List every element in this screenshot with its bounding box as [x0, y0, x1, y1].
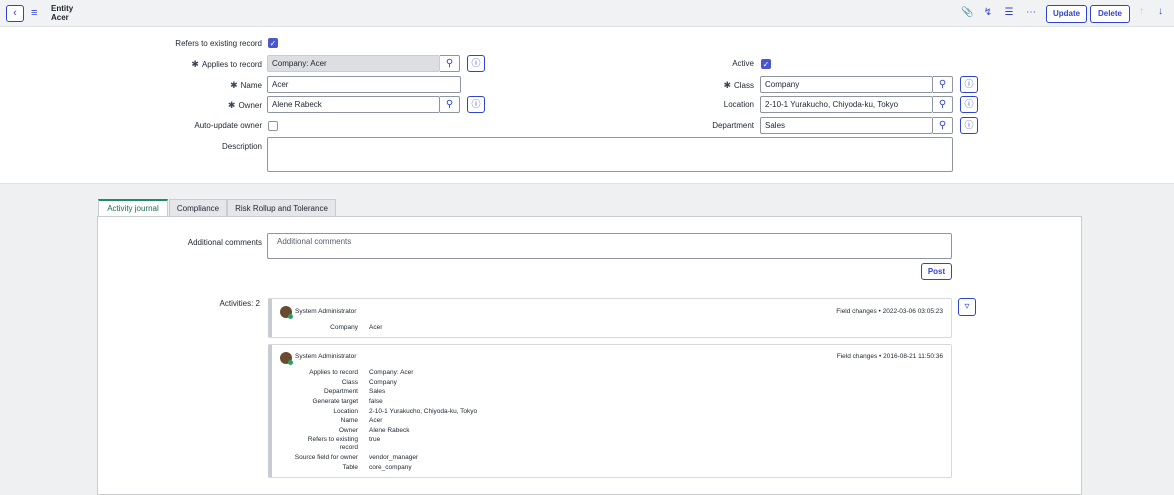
activity-icon[interactable]: ↯ [982, 7, 994, 19]
field-value: 2-10-1 Yurakucho, Chiyoda-ku, Tokyo [369, 408, 478, 415]
arrow-down-icon[interactable]: ↓ [1158, 6, 1163, 18]
active-checkbox[interactable]: ✓ [761, 59, 771, 69]
auto-update-checkbox[interactable] [268, 121, 278, 131]
owner-label: ✱ Owner [227, 100, 262, 110]
field-value: Sales [369, 388, 386, 395]
owner-field[interactable]: Alene Rabeck [267, 96, 440, 113]
refers-checkbox[interactable]: ✓ [268, 38, 278, 48]
paperclip-icon[interactable]: 📎 [961, 7, 973, 19]
activity-user: System Administrator [295, 308, 357, 315]
delete-button[interactable]: Delete [1090, 5, 1130, 23]
field-value: vendor_manager [369, 454, 419, 461]
filter-icon[interactable]: ▿ [958, 298, 976, 316]
avatar [280, 352, 293, 365]
applies-info-icon[interactable]: ⓘ [467, 55, 485, 72]
field-name: Department [324, 388, 358, 395]
record-name: Acer [51, 13, 69, 22]
more-icon[interactable]: ⋯ [1025, 7, 1037, 19]
description-label: Description [221, 142, 262, 151]
settings-sliders-icon[interactable]: ☰ [1003, 7, 1015, 19]
menu-icon[interactable]: ≡ [31, 7, 42, 19]
class-search-icon[interactable]: ⚲ [933, 76, 953, 93]
required-icon: ✱ [230, 80, 238, 90]
location-field[interactable]: 2-10-1 Yurakucho, Chiyoda-ku, Tokyo [760, 96, 933, 113]
field-value: false [369, 398, 383, 405]
field-name: Generate target [312, 398, 358, 405]
required-icon: ✱ [723, 80, 731, 90]
refers-label: Refers to existing record [175, 39, 262, 48]
field-name: Name [340, 417, 358, 424]
department-field[interactable]: Sales [760, 117, 933, 134]
location-label: Location [723, 100, 754, 109]
tab-compliance[interactable]: Compliance [169, 199, 227, 217]
field-value: Company [369, 379, 397, 386]
required-icon: ✱ [227, 100, 236, 110]
auto-update-label: Auto-update owner [194, 121, 262, 130]
class-info-icon[interactable]: ⓘ [960, 76, 978, 93]
activity-meta: Field changes • 2022-03-06 03:05:23 [836, 308, 943, 315]
department-label: Department [712, 121, 754, 130]
department-search-icon[interactable]: ⚲ [933, 117, 953, 134]
field-name: Company [330, 324, 358, 331]
field-name: record [339, 444, 358, 451]
required-icon: ✱ [191, 59, 199, 69]
active-label: Active [732, 59, 754, 68]
applies-search-icon[interactable]: ⚲ [440, 55, 460, 72]
page-title: Entity [51, 4, 74, 13]
field-name: Source field for owner [294, 454, 358, 461]
class-field[interactable]: Company [760, 76, 933, 93]
owner-info-icon[interactable]: ⓘ [467, 96, 485, 113]
arrow-up-icon[interactable]: ↑ [1139, 6, 1144, 18]
tab-activity-journal[interactable]: Activity journal [98, 199, 168, 217]
location-info-icon[interactable]: ⓘ [960, 96, 978, 113]
activity-entry: System Administrator Field changes • 201… [268, 344, 952, 478]
department-info-icon[interactable]: ⓘ [960, 117, 978, 134]
class-label: ✱ Class [723, 80, 754, 90]
activity-meta: Field changes • 2016-08-21 11:50:36 [836, 353, 943, 360]
update-button[interactable]: Update [1046, 5, 1087, 23]
description-field[interactable] [267, 137, 953, 172]
additional-comments-label: Additional comments [187, 238, 262, 247]
field-value: Acer [369, 324, 383, 331]
activities-count: Activities: 2 [219, 299, 260, 308]
activity-entry: System Administrator Field changes • 202… [268, 298, 952, 338]
field-name: Applies to record [309, 369, 358, 376]
applies-label: ✱ Applies to record [191, 59, 262, 69]
field-value: core_company [369, 464, 412, 471]
field-name: Table [342, 464, 358, 471]
tab-risk-rollup[interactable]: Risk Rollup and Tolerance [227, 199, 336, 217]
applies-to-record-field[interactable]: Company: Acer [267, 55, 440, 72]
field-name: Class [341, 379, 358, 386]
field-value: Company: Acer [369, 369, 414, 376]
name-field[interactable]: Acer [267, 76, 461, 93]
field-name: Refers to existing [307, 436, 358, 443]
back-icon[interactable]: ‹ [6, 5, 24, 22]
field-name: Location [333, 408, 358, 415]
name-label: ✱ Name [230, 80, 262, 90]
field-name: Owner [338, 427, 358, 434]
field-value: true [369, 436, 381, 443]
owner-search-icon[interactable]: ⚲ [440, 96, 460, 113]
activity-user: System Administrator [295, 353, 357, 360]
location-search-icon[interactable]: ⚲ [933, 96, 953, 113]
form-header: ‹ ≡ Entity Acer 📎 ↯ ☰ ⋯ Update Delete ↑ … [0, 0, 1174, 27]
additional-comments-field[interactable]: Additional comments [267, 233, 952, 259]
avatar [280, 306, 293, 319]
post-button[interactable]: Post [921, 263, 952, 280]
field-value: Alene Rabeck [369, 427, 410, 434]
field-value: Acer [369, 417, 383, 424]
